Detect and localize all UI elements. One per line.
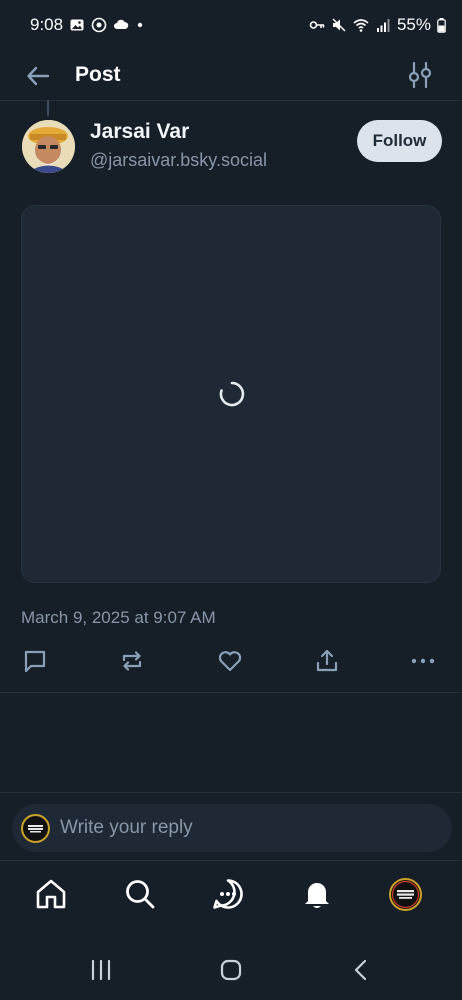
- system-navigation-bar: [0, 940, 462, 1000]
- mute-icon: [332, 18, 346, 32]
- avatar-illustration: [22, 120, 75, 173]
- bottom-navigation: [0, 860, 462, 941]
- post-divider: [0, 692, 462, 693]
- post-actions: [0, 643, 462, 679]
- loading-spinner-icon: [219, 381, 245, 407]
- back-button[interactable]: [24, 62, 52, 90]
- repost-button[interactable]: [118, 647, 146, 675]
- author-handle[interactable]: @jarsaivar.bsky.social: [90, 150, 267, 171]
- nav-chat-button[interactable]: [211, 877, 245, 911]
- status-bar: 9:08 55%: [0, 0, 462, 50]
- status-right: 55%: [309, 15, 446, 35]
- follow-button[interactable]: Follow: [357, 120, 442, 162]
- key-icon: [309, 21, 325, 29]
- status-time: 9:08: [30, 15, 64, 34]
- author-avatar[interactable]: [22, 120, 75, 173]
- nav-notifications-button[interactable]: [300, 877, 334, 911]
- thread-connector-line: [47, 100, 49, 116]
- battery-icon: [437, 18, 446, 33]
- status-left: 9:08: [30, 15, 145, 35]
- cloud-icon: [114, 19, 129, 29]
- avatar-badge-graphic: [23, 816, 48, 840]
- reply-button[interactable]: [21, 647, 49, 675]
- profile-badge-graphic: [391, 880, 420, 909]
- recent-apps-button[interactable]: [88, 957, 114, 983]
- reply-input[interactable]: Write your reply: [12, 804, 452, 852]
- wifi-icon: [353, 19, 369, 32]
- gallery-icon: [70, 19, 84, 31]
- like-button[interactable]: [216, 647, 244, 675]
- reply-divider: [0, 792, 462, 793]
- nav-search-button[interactable]: [123, 877, 157, 911]
- page-title: Post: [75, 63, 121, 86]
- signal-icon: [376, 19, 390, 32]
- nav-home-button[interactable]: [34, 877, 68, 911]
- notification-dot-icon: [137, 22, 143, 28]
- header: Post: [0, 50, 462, 101]
- current-user-avatar: [21, 813, 50, 843]
- back-system-button[interactable]: [348, 957, 374, 983]
- nav-profile-button[interactable]: [389, 878, 422, 911]
- filter-settings-button[interactable]: [406, 60, 434, 90]
- post-screen: 9:08 55% Post Jarsai Var @jarsaivar.bsky…: [0, 0, 462, 1000]
- home-system-button[interactable]: [218, 957, 244, 983]
- sync-icon: [91, 17, 107, 33]
- share-button[interactable]: [313, 647, 341, 675]
- battery-percent: 55%: [396, 15, 431, 34]
- more-options-button[interactable]: [409, 647, 437, 675]
- author-name[interactable]: Jarsai Var: [90, 120, 189, 144]
- post-media-embed[interactable]: [21, 205, 441, 583]
- post-timestamp: March 9, 2025 at 9:07 AM: [21, 608, 216, 627]
- reply-placeholder: Write your reply: [60, 817, 193, 838]
